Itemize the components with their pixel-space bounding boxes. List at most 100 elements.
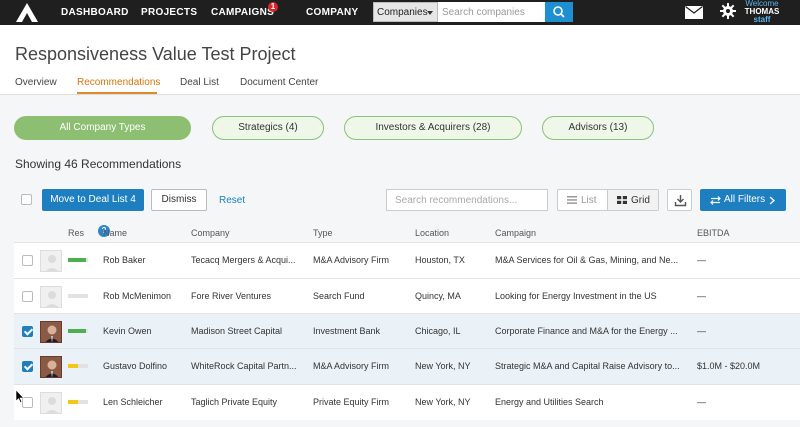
dismiss-button[interactable]: Dismiss	[151, 189, 207, 211]
table-row[interactable]: Kevin Owen Madison Street Capital Investme…	[14, 313, 800, 349]
nav-dashboard[interactable]: DASHBOARD	[61, 7, 129, 18]
user-welcome[interactable]: Welcome THOMAS staff	[737, 0, 787, 24]
cell-campaign: Corporate Finance and M&A for the Energy…	[495, 326, 678, 336]
cell-name[interactable]: Len Schleicher	[103, 397, 163, 407]
responsiveness-bar	[68, 329, 88, 333]
chevron-right-icon	[769, 196, 775, 205]
row-checkbox[interactable]	[22, 291, 33, 302]
search-companies-input[interactable]	[438, 2, 546, 22]
search-icon	[553, 6, 565, 18]
table-row[interactable]: Len Schleicher Taglich Private Equity Priv…	[14, 384, 800, 420]
row-checkbox[interactable]	[22, 255, 33, 266]
tab-document-center[interactable]: Document Center	[240, 77, 318, 88]
cell-location: Chicago, IL	[415, 326, 461, 336]
download-button[interactable]	[667, 189, 692, 211]
user-role: staff	[753, 15, 771, 24]
responsiveness-bar-fill	[68, 329, 86, 333]
search-scope-label: Companies	[377, 7, 428, 18]
avatar[interactable]	[40, 321, 62, 343]
column-name[interactable]: Name	[103, 228, 127, 238]
cell-ebitda: $1.0M - $20.0M	[697, 361, 761, 371]
search-recommendations-input[interactable]	[386, 189, 548, 211]
reset-link[interactable]: Reset	[219, 195, 245, 206]
responsiveness-bar-fill	[68, 364, 78, 368]
results-count: Showing 46 Recommendations	[15, 157, 182, 171]
tab-deal-list[interactable]: Deal List	[180, 77, 219, 88]
move-to-deal-list-button[interactable]: Move to Deal List 4	[42, 189, 144, 211]
cell-campaign: Energy and Utilities Search	[495, 397, 604, 407]
table-row[interactable]: Gustavo Dolfino WhiteRock Capital Partn..…	[14, 348, 800, 384]
list-icon	[567, 196, 577, 204]
nav-campaigns[interactable]: CAMPAIGNS	[211, 7, 274, 18]
cell-company[interactable]: Fore River Ventures	[191, 291, 271, 301]
cell-company[interactable]: Tecacq Mergers & Acqui...	[191, 255, 296, 265]
global-search: Companies	[373, 2, 573, 22]
row-checkbox[interactable]	[22, 326, 33, 337]
cell-type: Investment Bank	[313, 326, 381, 336]
column-ebitda[interactable]: EBITDA	[697, 228, 730, 238]
pill-strategics[interactable]: Strategics (4)	[212, 116, 324, 140]
tab-recommendations[interactable]: Recommendations	[77, 77, 160, 88]
avatar[interactable]	[40, 250, 62, 272]
grid-view-label: Grid	[631, 195, 650, 206]
cell-name[interactable]: Rob Baker	[103, 255, 146, 265]
download-icon	[674, 195, 687, 207]
mouse-cursor-icon	[16, 390, 24, 403]
avatar[interactable]	[40, 356, 62, 378]
all-filters-label: All Filters	[724, 194, 766, 205]
column-type[interactable]: Type	[313, 228, 333, 238]
cell-location: Quincy, MA	[415, 291, 461, 301]
cell-name[interactable]: Kevin Owen	[103, 326, 152, 336]
logo-icon[interactable]	[16, 3, 38, 22]
table-row[interactable]: Rob Baker Tecacq Mergers & Acqui... M&A Ad…	[14, 242, 800, 278]
search-button[interactable]	[545, 2, 573, 22]
cell-ebitda: —	[697, 255, 706, 265]
cell-type: M&A Advisory Firm	[313, 361, 390, 371]
avatar[interactable]	[40, 286, 62, 308]
cell-company[interactable]: Taglich Private Equity	[191, 397, 277, 407]
nav-projects[interactable]: PROJECTS	[141, 7, 197, 18]
cell-campaign: M&A Services for Oil & Gas, Mining, and …	[495, 255, 679, 265]
cell-ebitda: —	[697, 291, 706, 301]
column-location[interactable]: Location	[415, 228, 449, 238]
avatar[interactable]	[40, 392, 62, 414]
cell-type: Search Fund	[313, 291, 365, 301]
cell-company[interactable]: WhiteRock Capital Partn...	[191, 361, 297, 371]
select-all-checkbox[interactable]	[21, 194, 32, 205]
all-filters-button[interactable]: All Filters	[700, 189, 786, 211]
top-nav: DASHBOARD PROJECTS CAMPAIGNS 1 COMPANY C…	[0, 0, 800, 25]
cell-type: M&A Advisory Firm	[313, 255, 390, 265]
cell-ebitda: —	[697, 397, 706, 407]
responsiveness-bar	[68, 258, 88, 262]
campaigns-badge: 1	[268, 2, 278, 12]
pill-advisors[interactable]: Advisors (13)	[542, 116, 654, 140]
search-scope-select[interactable]: Companies	[373, 2, 438, 22]
cell-name[interactable]: Rob McMenimon	[103, 291, 171, 301]
cell-type: Private Equity Firm	[313, 397, 390, 407]
row-checkbox[interactable]	[22, 361, 33, 372]
responsiveness-bar	[68, 294, 88, 298]
grid-icon	[617, 196, 627, 204]
pill-investors-acquirers[interactable]: Investors & Acquirers (28)	[344, 116, 522, 140]
nav-company[interactable]: COMPANY	[306, 7, 358, 18]
list-view-button[interactable]: List	[558, 190, 607, 210]
gear-icon[interactable]	[720, 3, 736, 19]
mail-icon[interactable]	[685, 6, 703, 19]
column-campaign[interactable]: Campaign	[495, 228, 536, 238]
cell-campaign: Strategic M&A and Capital Raise Advisory…	[495, 361, 680, 371]
column-company[interactable]: Company	[191, 228, 230, 238]
cell-campaign: Looking for Energy Investment in the US	[495, 291, 657, 301]
responsiveness-bar-fill	[68, 400, 78, 404]
responsiveness-bar-fill	[68, 258, 86, 262]
column-res[interactable]: Res	[68, 228, 84, 238]
cell-company[interactable]: Madison Street Capital	[191, 326, 282, 336]
list-view-label: List	[581, 195, 597, 206]
cell-ebitda: —	[697, 326, 706, 336]
grid-view-button[interactable]: Grid	[607, 190, 658, 210]
cell-name[interactable]: Gustavo Dolfino	[103, 361, 167, 371]
tab-overview[interactable]: Overview	[15, 77, 57, 88]
view-toggle: List Grid	[557, 189, 659, 211]
pill-all-company-types[interactable]: All Company Types	[14, 116, 191, 140]
table-row[interactable]: Rob McMenimon Fore River Ventures Search F…	[14, 278, 800, 314]
caret-down-icon	[427, 11, 433, 15]
